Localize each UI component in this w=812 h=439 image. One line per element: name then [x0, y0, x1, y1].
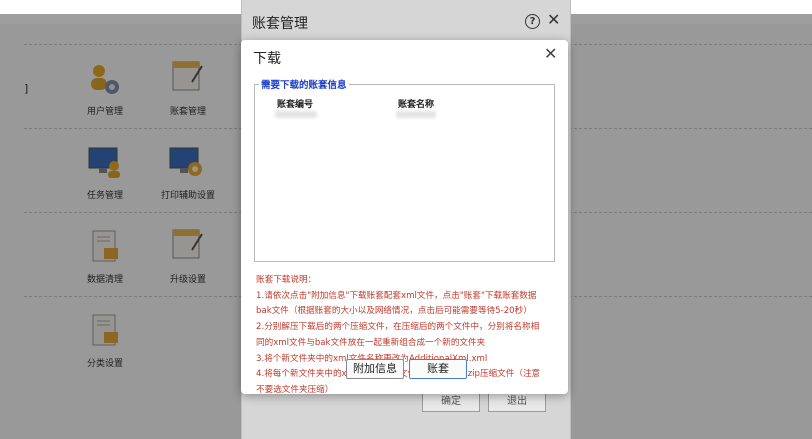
redacted-cell — [275, 111, 317, 118]
instruction-line: 2.分别解压下载后的两个压缩文件，在压缩后的两个文件中，分别将名称相 — [256, 322, 540, 333]
account-info-group: 需要下载的账套信息 账套编号 账套名称 — [254, 77, 555, 262]
instruction-line: 账套下载说明： — [256, 275, 317, 285]
column-header-account-name: 账套名称 — [398, 100, 435, 110]
group-legend: 需要下载的账套信息 — [259, 77, 349, 91]
additional-info-button[interactable]: 附加信息 — [346, 359, 404, 379]
close-icon[interactable]: ✕ — [544, 44, 557, 63]
instruction-line: 同的xml文件与bak文件放在一起重新组合成一个新的文件夹 — [256, 337, 486, 348]
instruction-line: bak文件（根据账套的大小以及网络情况，点击后可能需要等待5-20秒） — [256, 306, 532, 317]
close-icon[interactable]: ✕ — [547, 10, 560, 29]
instruction-line: 4.将每个新文件夹中的xml文件和bak文件选中并添加成zip压缩文件（注意 — [256, 367, 556, 383]
help-icon[interactable]: ? — [525, 14, 540, 29]
instruction-line: 1.请依次点击"附加信息"下载账套配套xml文件，点击"账套"下载账套数据 — [256, 290, 537, 301]
download-dialog: 下载 ✕ 需要下载的账套信息 账套编号 账套名称 账套下载说明： 1.请依次点击… — [241, 40, 568, 395]
instruction-line: 3.将个新文件夹中的xml文件名称更改为AdditionalXml.xml — [256, 352, 556, 368]
download-instructions: 账套下载说明： 1.请依次点击"附加信息"下载账套配套xml文件，点击"账套"下… — [256, 273, 556, 399]
column-header-account-number: 账套编号 — [277, 100, 314, 110]
redacted-cell — [396, 111, 436, 118]
account-set-button[interactable]: 账套 — [409, 359, 467, 379]
outer-dialog-title: 账套管理 — [252, 16, 308, 32]
instruction-line: 不要选文件夹压缩） — [256, 384, 334, 395]
dialog-title: 下载 — [253, 51, 281, 67]
